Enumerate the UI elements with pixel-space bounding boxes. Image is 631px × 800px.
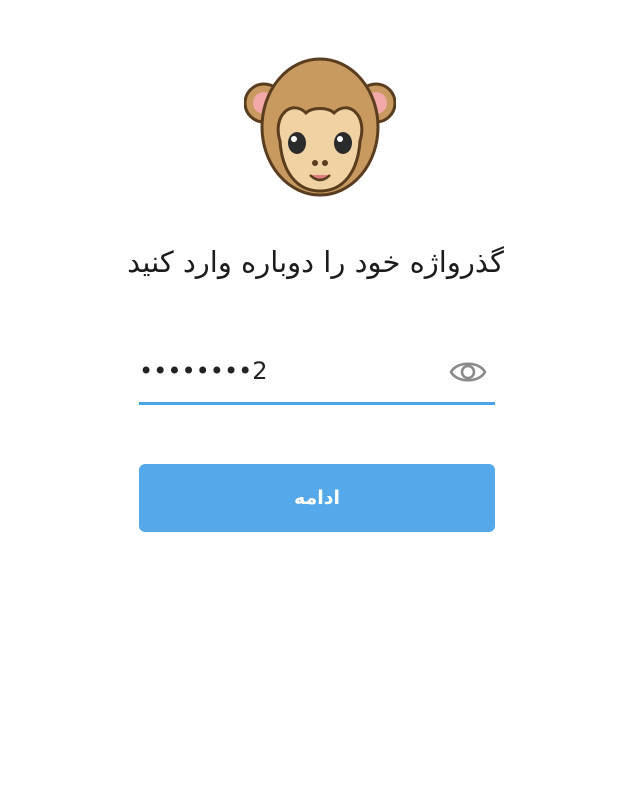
page-title: گذرواژه خود را دوباره وارد کنید [127, 245, 504, 279]
monkey-face-icon [244, 57, 396, 197]
password-input[interactable]: ••••••••2 [139, 357, 268, 385]
password-field[interactable]: ••••••••2 [139, 345, 495, 405]
password-underline [139, 402, 495, 405]
eye-icon[interactable] [449, 357, 487, 387]
continue-button[interactable]: ادامه [139, 464, 495, 532]
